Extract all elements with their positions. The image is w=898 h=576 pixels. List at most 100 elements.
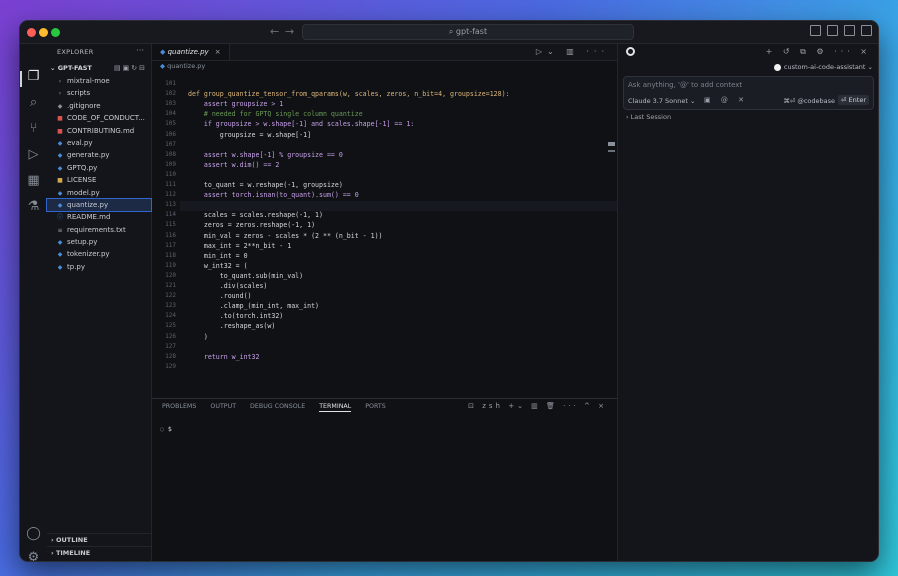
panel-actions[interactable]: ⊡ zsh +⌄ ▥ 🗑 ··· ^ × (468, 402, 607, 410)
file-tree-item[interactable]: ⓘ README.md (47, 211, 151, 223)
file-tree-item[interactable]: ■ LICENSE (47, 174, 151, 186)
ai-chat-panel: + ↺ ⧉ ⚙ ··· × custom-ai-code-assistant ⌄… (617, 44, 878, 561)
tab-quantize-py[interactable]: ◆ quantize.py × (152, 44, 230, 60)
file-tree-label: README.md (67, 213, 111, 222)
terminal-prompt[interactable]: ○ $ (160, 425, 172, 433)
assistant-selector[interactable]: custom-ai-code-assistant ⌄ (773, 63, 873, 71)
settings-gear-icon[interactable]: ⚙ (26, 550, 41, 561)
codebase-shortcut[interactable]: ⌘⏎ @codebase (783, 97, 835, 105)
activity-bar: ❐ ⌕ ⑂ ▷ ▦ ⚗ ◯ ⚙ (20, 44, 48, 561)
search-icon[interactable]: ⌕ (26, 95, 41, 110)
code-line: def group_quantize_tensor_from_qparams(w… (188, 90, 510, 99)
assistant-name: custom-ai-code-assistant (783, 63, 866, 71)
last-session-toggle[interactable]: › Last Session (626, 113, 671, 121)
close-window-button[interactable] (27, 28, 36, 37)
window-title: gpt-fast (455, 27, 488, 36)
file-tree-item[interactable]: ◆ model.py (47, 187, 151, 199)
file-tree-item[interactable]: ◆ eval.py (47, 137, 151, 149)
file-tree-item[interactable]: ◆ generate.py (47, 149, 151, 161)
account-icon[interactable]: ◯ (26, 526, 41, 541)
line-number: 102 (165, 90, 176, 98)
panel-tab[interactable]: DEBUG CONSOLE (250, 403, 305, 412)
current-line-highlight (180, 201, 617, 211)
file-tree-label: scripts (67, 89, 91, 98)
editor-tabs: ◆ quantize.py × ▷⌄ ▥ ··· (152, 44, 617, 61)
testing-icon[interactable]: ⚗ (26, 199, 41, 214)
folder-name: GPT-FAST (57, 64, 92, 72)
model-name: Claude 3.7 Sonnet (628, 97, 688, 105)
chat-input-box[interactable]: Ask anything, '@' to add context Claude … (623, 76, 874, 110)
extensions-icon[interactable]: ▦ (26, 173, 41, 188)
explorer-toolbar[interactable]: ▤▣↻⊟ (114, 62, 147, 74)
more-actions-icon[interactable]: ··· (136, 46, 144, 55)
file-tree: › mixtral-moe › scripts ◆ .gitignore ■ CODE_OF_… (46, 75, 152, 273)
file-tree-item[interactable]: ≡ requirements.txt (47, 224, 151, 236)
file-tree-item[interactable]: ◆ quantize.py (46, 197, 152, 213)
code-line: .clamp_(min_int, max_int) (188, 302, 320, 311)
forward-arrow-icon[interactable]: → (285, 25, 294, 38)
enter-button[interactable]: ⏎ Enter (838, 95, 869, 105)
maximize-window-button[interactable] (51, 28, 60, 37)
file-tree-item[interactable]: ◆ setup.py (47, 236, 151, 248)
editor-actions[interactable]: ▷⌄ ▥ ··· (536, 47, 609, 56)
panel-tab[interactable]: TERMINAL (319, 403, 352, 412)
chat-header-actions[interactable]: + ↺ ⧉ ⚙ ··· × (766, 47, 871, 57)
bottom-panel: PROBLEMS OUTPUT DEBUG CONSOLE TERMINAL PORTS… (152, 398, 617, 561)
command-center-search[interactable]: ⌕ gpt-fast (302, 24, 634, 40)
toggle-panel-icon[interactable] (827, 25, 838, 36)
line-number: 125 (165, 322, 176, 330)
run-debug-icon[interactable]: ▷ (26, 147, 41, 162)
code-line: .div(scales) (188, 282, 268, 290)
file-tree-item[interactable]: ◆ tp.py (47, 261, 151, 273)
line-number: 116 (165, 231, 176, 239)
model-selector[interactable]: Claude 3.7 Sonnet ⌄ (628, 97, 695, 105)
toggle-sidebar-icon[interactable] (810, 25, 821, 36)
close-tab-icon[interactable]: × (215, 48, 221, 56)
breadcrumb-file: quantize.py (167, 62, 206, 70)
outline-section[interactable]: › OUTLINE (47, 533, 151, 545)
prompt-circle-icon: ○ (160, 425, 168, 433)
breadcrumb[interactable]: ◆ quantize.py (160, 62, 205, 70)
explorer-icon[interactable]: ❐ (26, 69, 41, 84)
code-line: to_quant.sub(min_val) (188, 271, 304, 280)
file-tree-item[interactable]: ■ CODE_OF_CONDUCT... (47, 112, 151, 124)
code-line: to_quant = w.reshape(-1, groupsize) (188, 181, 343, 189)
panel-tab[interactable]: OUTPUT (210, 403, 236, 412)
explorer-title: EXPLORER (57, 48, 94, 56)
line-number: 109 (165, 160, 176, 168)
timeline-section[interactable]: › TIMELINE (47, 546, 151, 558)
code-line: if groupsize > w.shape[-1] and scales.sh… (188, 120, 415, 129)
line-number: 112 (165, 191, 176, 199)
code-line: groupsize = w.shape[-1] (188, 130, 312, 139)
line-number: 115 (165, 221, 176, 229)
file-tree-label: LICENSE (67, 176, 97, 185)
code-line: return w_int32 (188, 352, 260, 361)
file-tree-item[interactable]: ◆ .gitignore (47, 100, 151, 112)
panel-tab[interactable]: PROBLEMS (162, 403, 196, 412)
last-session-label: Last Session (630, 113, 672, 121)
customize-layout-icon[interactable] (861, 25, 872, 36)
code-line: ) (188, 332, 208, 341)
chat-input-tools[interactable]: ▣ @ ✕ (704, 96, 748, 104)
chat-input-placeholder[interactable]: Ask anything, '@' to add context (628, 81, 742, 89)
minimap-slider[interactable] (608, 142, 615, 146)
file-tree-item[interactable]: › mixtral-moe (47, 75, 151, 87)
toggle-secondary-sidebar-icon[interactable] (844, 25, 855, 36)
file-tree-item[interactable]: › scripts (47, 87, 151, 99)
assistant-logo-icon (626, 47, 635, 56)
code-line: assert groupsize > 1 (188, 100, 284, 109)
code-line: assert w.shape[-1] % groupsize == 0 (188, 150, 343, 159)
panel-tabs: PROBLEMS OUTPUT DEBUG CONSOLE TERMINAL PORTS (162, 403, 386, 412)
minimize-window-button[interactable] (39, 28, 48, 37)
file-tree-item[interactable]: ◆ tokenizer.py (47, 248, 151, 260)
back-arrow-icon[interactable]: ← (270, 25, 279, 38)
file-tree-item[interactable]: ■ CONTRIBUTING.md (47, 125, 151, 137)
line-number: 119 (165, 261, 176, 269)
file-tree-item[interactable]: ◆ GPTQ.py (47, 162, 151, 174)
panel-tab[interactable]: PORTS (365, 403, 386, 412)
workspace-folder[interactable]: ⌄ GPT-FAST ▤▣↻⊟ (50, 62, 151, 74)
line-number: 107 (165, 140, 176, 148)
source-control-icon[interactable]: ⑂ (26, 121, 41, 136)
line-number: 127 (165, 342, 176, 350)
file-tree-label: mixtral-moe (67, 77, 110, 85)
